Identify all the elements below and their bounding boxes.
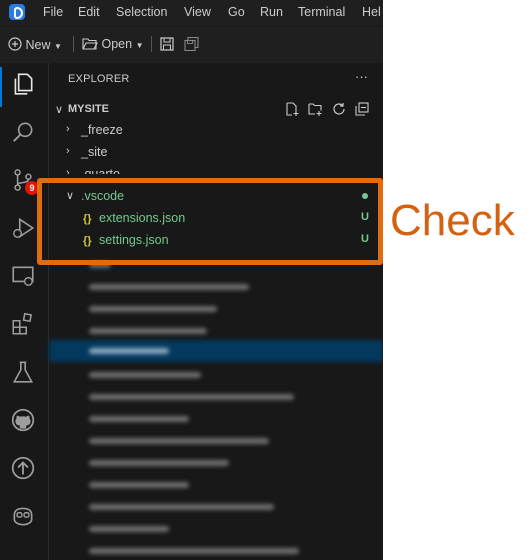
new-file-icon[interactable]: [285, 102, 299, 116]
redacted-row: [89, 526, 169, 532]
redacted-row: [89, 306, 217, 312]
chevron-down-icon: ▼: [53, 42, 62, 51]
chevron-down-icon: ∨: [55, 104, 64, 116]
activity-bar: 9: [0, 63, 49, 560]
redacted-row: [89, 438, 269, 444]
plus-circle-icon: [8, 37, 22, 51]
menu-view[interactable]: View: [184, 5, 211, 19]
tree-item-label: _site: [81, 145, 108, 159]
save-button[interactable]: [160, 37, 174, 54]
testing-icon[interactable]: [10, 359, 38, 387]
redacted-row: [89, 416, 189, 422]
remote-explorer-icon[interactable]: [10, 263, 38, 291]
redacted-row: [89, 504, 274, 510]
redacted-row: [89, 328, 207, 334]
tree-item-label: _freeze: [81, 123, 123, 137]
run-debug-icon[interactable]: [10, 215, 38, 243]
redacted-row: [89, 482, 189, 488]
redacted-row: [89, 348, 169, 354]
extensions-icon[interactable]: [10, 311, 38, 339]
toolbar-divider: [151, 36, 152, 52]
redacted-row: [89, 372, 201, 378]
save-all-icon: [184, 36, 199, 52]
workspace-folder-header[interactable]: ∨ MYSITE: [49, 99, 383, 121]
github-icon[interactable]: [10, 407, 38, 435]
menu-edit[interactable]: Edit: [78, 5, 100, 19]
copilot-icon[interactable]: [10, 503, 38, 531]
new-label: New: [25, 38, 51, 52]
redacted-row: [89, 284, 249, 290]
redacted-row: [89, 394, 294, 400]
menu-run[interactable]: Run: [260, 5, 283, 19]
chevron-right-icon: ›: [66, 145, 70, 157]
menu-go[interactable]: Go: [228, 5, 245, 19]
open-label: Open: [101, 37, 133, 51]
redacted-row: [89, 548, 299, 554]
menu-file[interactable]: File: [43, 5, 63, 19]
menu-selection[interactable]: Selection: [116, 5, 167, 19]
explorer-title: EXPLORER: [68, 73, 130, 85]
annotation-label: Check: [390, 196, 515, 245]
menu-bar: File Edit Selection View Go Run Terminal…: [0, 0, 383, 26]
folder-open-icon: [82, 38, 98, 50]
collapse-all-icon[interactable]: [355, 102, 369, 116]
vscode-window: File Edit Selection View Go Run Terminal…: [0, 0, 383, 560]
app-logo-icon: [9, 4, 25, 20]
chevron-right-icon: ›: [66, 123, 70, 135]
tree-item-site[interactable]: › _site: [49, 141, 383, 163]
refresh-icon[interactable]: [332, 102, 346, 116]
explorer-icon[interactable]: [10, 71, 38, 99]
menu-terminal[interactable]: Terminal: [298, 5, 345, 19]
new-folder-icon[interactable]: [308, 102, 322, 116]
menu-help[interactable]: Hel: [362, 5, 381, 19]
explorer-sidebar: EXPLORER ··· ∨ MYSITE › _freeze › _site …: [49, 63, 383, 560]
tree-item-freeze[interactable]: › _freeze: [49, 119, 383, 141]
redacted-row: [89, 460, 229, 466]
toolbar: New ▼ Open ▼: [0, 27, 383, 64]
highlight-box: [37, 178, 383, 265]
more-actions-icon[interactable]: ···: [355, 69, 368, 84]
active-indicator: [0, 67, 2, 107]
save-icon: [160, 37, 174, 51]
workspace-name: MYSITE: [68, 103, 109, 115]
deploy-icon[interactable]: [10, 455, 38, 483]
save-all-button[interactable]: [184, 36, 199, 54]
open-button[interactable]: Open ▼: [82, 37, 143, 51]
search-icon[interactable]: [10, 119, 38, 147]
chevron-down-icon: ▼: [135, 41, 144, 50]
redacted-file-tree: [49, 258, 383, 560]
toolbar-divider: [73, 36, 74, 52]
new-button[interactable]: New ▼: [8, 37, 62, 52]
